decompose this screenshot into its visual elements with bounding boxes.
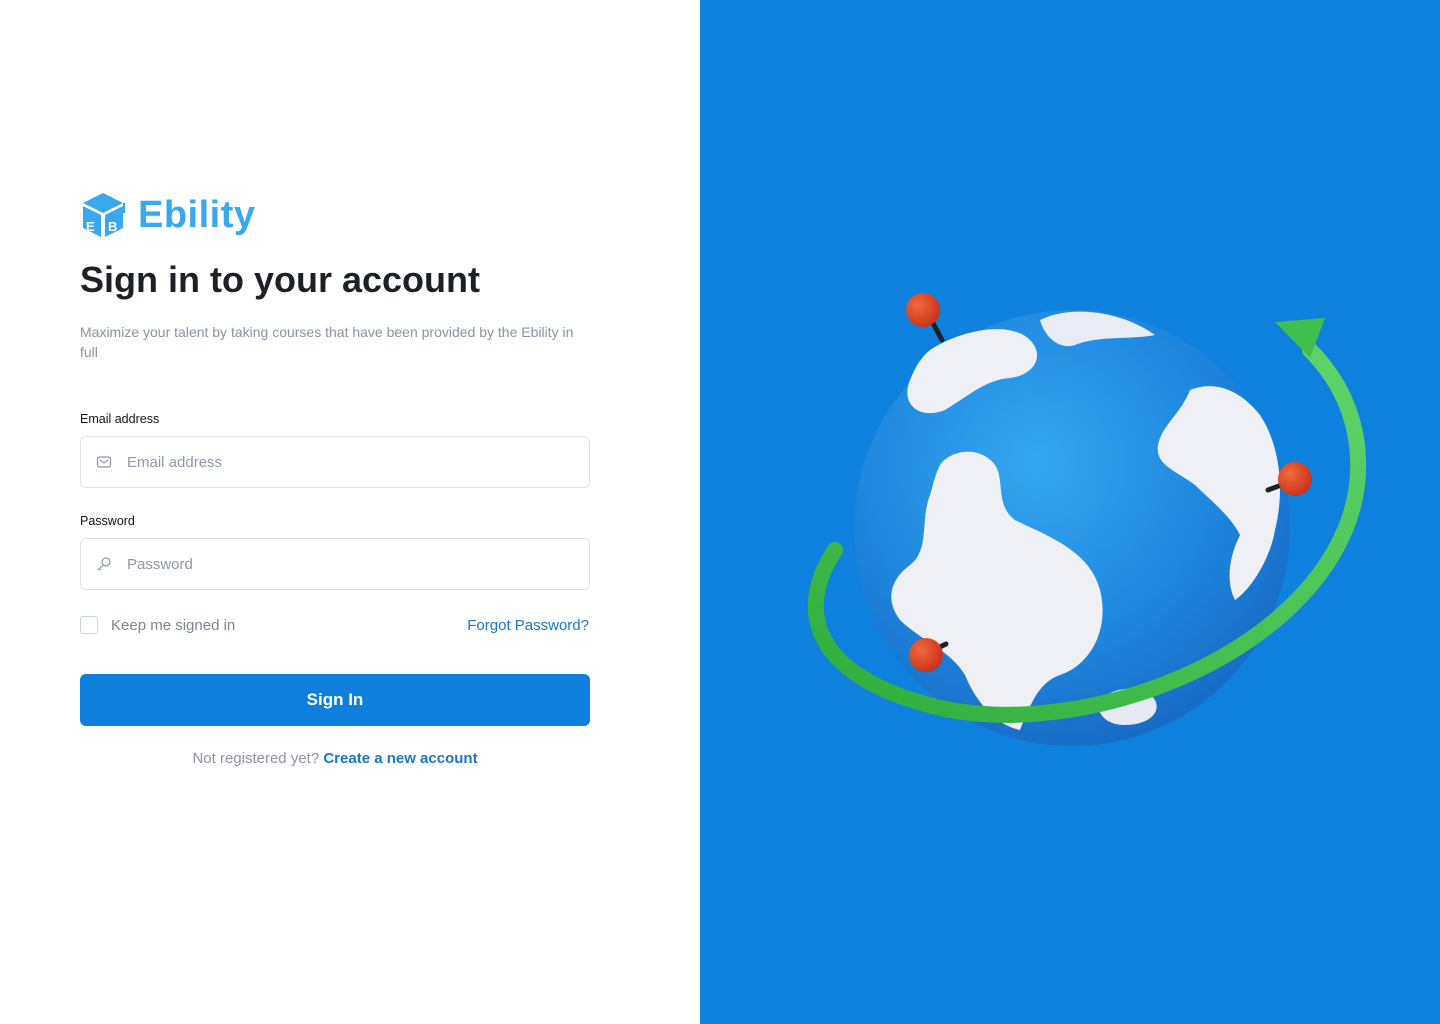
password-input[interactable] (125, 538, 589, 590)
brand-name: Ebility (138, 193, 256, 236)
key-icon (96, 556, 112, 572)
page-subtitle: Maximize your talent by taking courses t… (80, 324, 574, 360)
mail-icon (96, 454, 112, 470)
remember-me[interactable]: Keep me signed in (80, 616, 235, 634)
illustration-panel (700, 0, 1440, 1024)
brand: E B Ebility (80, 190, 590, 240)
password-field[interactable] (80, 538, 590, 590)
email-input[interactable] (125, 436, 589, 488)
page-title: Sign in to your account (80, 259, 481, 300)
email-field[interactable] (80, 436, 590, 488)
forgot-password-link[interactable]: Forgot Password? (467, 617, 589, 634)
remember-me-label: Keep me signed in (111, 616, 236, 634)
sign-in-button[interactable]: Sign In (80, 674, 590, 726)
create-account-link[interactable]: Create a new account (323, 750, 477, 767)
register-prompt-text: Not registered yet? (192, 750, 320, 767)
remember-me-checkbox[interactable] (80, 616, 98, 634)
globe-illustration (807, 293, 1367, 746)
signin-form: E B Ebility Sign in to your account Maxi… (80, 190, 590, 767)
svg-text:E: E (86, 219, 95, 234)
register-prompt: Not registered yet? Create a new account (80, 750, 590, 767)
signin-options: Keep me signed in Forgot Password? (80, 614, 590, 636)
svg-text:B: B (108, 219, 117, 234)
email-label: Email address (80, 412, 160, 426)
signin-page: E B Ebility Sign in to your account Maxi… (0, 0, 1440, 1024)
signin-panel: E B Ebility Sign in to your account Maxi… (0, 0, 700, 1024)
password-label: Password (80, 514, 135, 528)
graduation-cap-logo-icon: E B (83, 193, 125, 237)
